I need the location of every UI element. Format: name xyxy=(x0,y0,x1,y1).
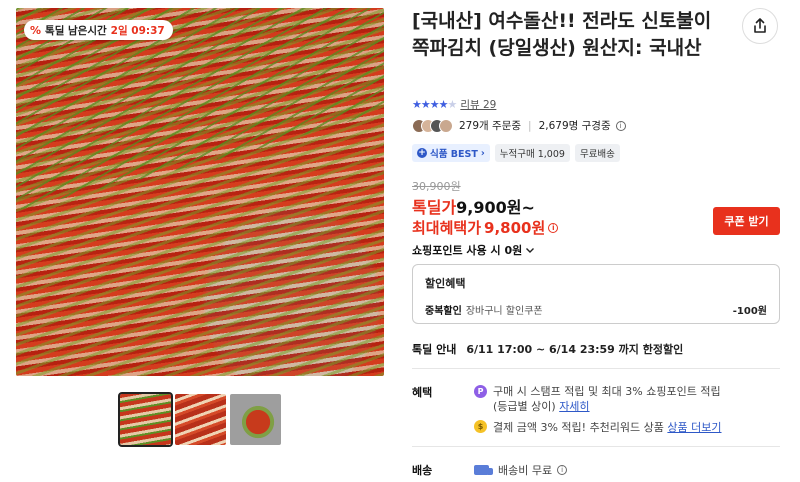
thumbnail-strip xyxy=(118,392,281,447)
deal-timer-badge: % 톡딜 남은시간 2일 09:37 xyxy=(24,20,173,40)
percent-icon: % xyxy=(30,23,42,37)
deal-info-label: 톡딜 안내 xyxy=(412,343,457,356)
share-icon xyxy=(754,18,766,33)
product-title: [국내산] 여수돌산!! 전라도 신토불이 쪽파김치 (당일생산) 원산지: 국… xyxy=(412,10,712,59)
tag-label: 식품 BEST xyxy=(430,149,478,160)
main-product-image xyxy=(16,8,384,376)
thumbnail-2[interactable] xyxy=(175,394,226,445)
tag-food-best[interactable]: + 식품 BEST › xyxy=(412,144,490,162)
tag-cumulative-purchase: 누적구매 1,009 xyxy=(494,144,570,162)
discount-amount: -100원 xyxy=(732,306,767,317)
thumbnail-3[interactable] xyxy=(230,394,281,445)
discount-row: 중복할인 장바구니 할인쿠폰 -100원 xyxy=(425,302,767,317)
truck-icon xyxy=(474,465,493,475)
shipping-text: 배송비 무료 xyxy=(498,464,553,477)
deal-price-value: 9,900원~ xyxy=(456,198,535,217)
share-button[interactable] xyxy=(742,8,778,44)
info-icon[interactable]: i xyxy=(557,465,568,475)
divider xyxy=(412,368,780,369)
shipping-label: 배송 xyxy=(412,464,433,477)
avatar xyxy=(439,118,453,133)
divider xyxy=(412,446,780,447)
discount-header: 할인혜택 xyxy=(425,277,466,290)
benefit-detail-link[interactable]: 자세히 xyxy=(559,400,589,413)
review-link[interactable]: 리뷰 29 xyxy=(460,97,496,112)
chevron-right-icon: › xyxy=(480,147,485,159)
rating-row: ★★★★★ 리뷰 29 xyxy=(412,97,496,112)
timer-prefix: 톡딜 남은시간 xyxy=(45,24,107,37)
more-products-link[interactable]: 상품 더보기 xyxy=(667,421,721,434)
shipping-value: 배송비 무료 i xyxy=(474,462,568,478)
benefit-line-points: P 구매 시 스탬프 적립 및 최대 3% 쇼핑포인트 적립 (등급별 상이) … xyxy=(474,384,774,414)
subscribers-count: 2,679명 구경중 xyxy=(538,120,611,132)
deal-price-label: 톡딜가 xyxy=(412,198,457,217)
benefit-line-reward: $ 결제 금액 3% 적립! 추천리워드 상품 상품 더보기 xyxy=(474,419,722,435)
discount-desc: 장바구니 할인쿠폰 xyxy=(465,306,543,317)
chevron-down-icon xyxy=(526,248,535,253)
points-toggle[interactable]: 쇼핑포인트 사용 시 0원 xyxy=(412,242,535,258)
discount-name: 중복할인 xyxy=(425,306,462,317)
original-price: 30,900원 xyxy=(412,180,461,193)
max-benefit-label: 최대혜택가 xyxy=(412,219,482,237)
timer-remaining: 2일 09:37 xyxy=(110,24,165,37)
reward-icon: $ xyxy=(474,420,487,433)
divider: | xyxy=(528,119,532,132)
benefit-line1: 구매 시 스탬프 적립 및 최대 3% 쇼핑포인트 적립 xyxy=(493,385,721,398)
deal-price: 톡딜가9,900원~ xyxy=(412,194,535,218)
benefits-label: 혜택 xyxy=(412,386,433,399)
benefit-line2: 결제 금액 3% 적립! 추천리워드 상품 xyxy=(493,421,664,434)
info-icon[interactable]: i xyxy=(548,222,559,233)
coupon-button[interactable]: 쿠폰 받기 xyxy=(713,207,780,235)
points-icon: P xyxy=(474,385,487,398)
orders-count: 279개 주문중 xyxy=(459,120,522,132)
deal-info-value: 6/11 17:00 ~ 6/14 23:59 까지 한정할인 xyxy=(466,343,684,356)
max-benefit-price: 최대혜택가 9,800원 i xyxy=(412,217,559,238)
social-proof-row: 279개 주문중 | 2,679명 구경중 i xyxy=(412,118,626,133)
benefit-line1-sub: (등급별 상이) xyxy=(493,400,556,413)
max-benefit-value: 9,800원 xyxy=(484,219,546,237)
tag-list: + 식품 BEST › 누적구매 1,009 무료배송 xyxy=(412,144,620,162)
points-label: 쇼핑포인트 사용 시 0원 xyxy=(412,244,523,257)
plus-icon: + xyxy=(417,148,427,158)
discount-box: 할인혜택 중복할인 장바구니 할인쿠폰 -100원 xyxy=(412,264,780,324)
info-icon[interactable]: i xyxy=(615,120,626,131)
tag-free-shipping: 무료배송 xyxy=(574,144,620,162)
star-rating: ★★★★★ xyxy=(412,98,457,111)
thumbnail-1[interactable] xyxy=(118,392,173,447)
deal-info-row: 톡딜 안내 6/11 17:00 ~ 6/14 23:59 까지 한정할인 xyxy=(412,341,683,357)
avatar-group xyxy=(412,118,453,133)
